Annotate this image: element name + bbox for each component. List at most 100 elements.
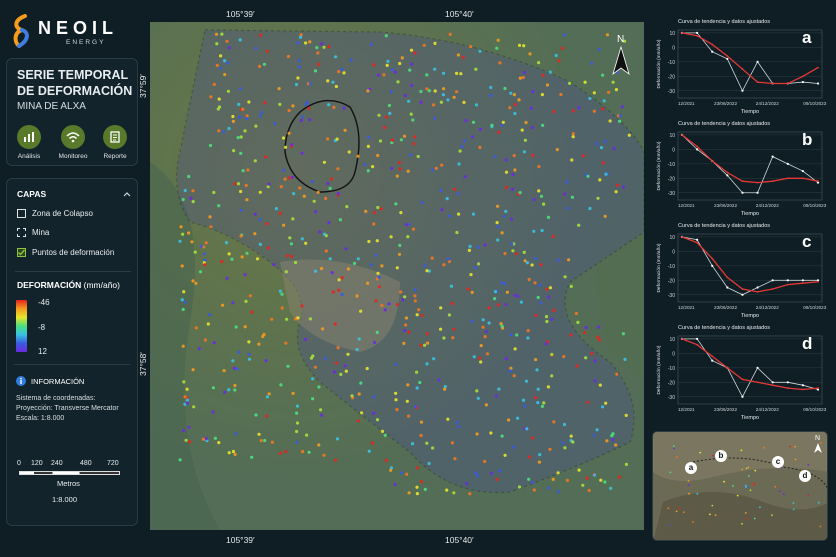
deformation-point — [217, 105, 222, 109]
deformation-point — [377, 285, 381, 289]
deformation-point — [304, 241, 308, 245]
deformation-point — [232, 149, 236, 153]
deformation-point — [193, 250, 197, 254]
chevron-up-icon[interactable] — [123, 191, 131, 197]
deformation-point — [552, 420, 556, 424]
deformation-point — [540, 404, 544, 408]
deformation-point — [230, 257, 234, 261]
minimap-marker-d[interactable]: d — [799, 470, 811, 482]
deformation-point — [322, 160, 326, 164]
deformation-point — [446, 257, 450, 261]
deformation-point — [189, 196, 193, 200]
deformation-point — [367, 135, 371, 139]
trend-line — [681, 236, 819, 293]
deformation-point — [239, 208, 243, 212]
deformation-point — [297, 65, 302, 69]
deformation-point — [387, 302, 391, 306]
minimap-marker-c[interactable]: c — [772, 456, 784, 468]
deformation-point — [185, 398, 189, 402]
deformation-point — [605, 439, 609, 443]
deformation-point — [550, 374, 554, 378]
deformation-point — [462, 100, 466, 104]
deformation-point — [377, 113, 381, 117]
deformation-point — [541, 123, 545, 127]
deformation-point — [291, 391, 295, 395]
deformation-point — [243, 325, 247, 329]
observed-point — [801, 80, 804, 84]
deformation-point — [365, 366, 369, 371]
deformation-point — [493, 155, 497, 159]
analysis-button[interactable]: Análisis — [9, 125, 49, 160]
deformation-point — [523, 138, 527, 142]
deformation-point — [478, 49, 482, 53]
deformation-point — [183, 300, 187, 304]
deformation-point — [586, 174, 590, 178]
deformation-point — [508, 369, 512, 373]
chart-a: Curva de tendencia y datos ajustados a 10 0… — [652, 18, 828, 116]
deformation-point — [402, 134, 407, 138]
deformation-point — [410, 62, 414, 66]
deformation-point — [247, 340, 251, 344]
map-canvas[interactable]: N — [150, 22, 644, 530]
deformation-point — [493, 290, 498, 294]
checkbox-deformation-points[interactable] — [17, 248, 26, 257]
minimap-marker-a[interactable]: a — [685, 462, 697, 474]
deformation-point — [522, 250, 526, 254]
deformation-point — [464, 119, 468, 123]
deformation-point — [510, 187, 515, 191]
layer-deformation-points[interactable]: Puntos de deformación — [17, 248, 114, 257]
minimap-marker-b[interactable]: b — [715, 450, 727, 462]
deformation-point — [315, 46, 319, 50]
trend-point — [726, 276, 729, 279]
deformation-point — [302, 194, 306, 198]
deformation-point — [605, 33, 610, 37]
deformation-point — [453, 457, 457, 461]
deformation-point — [397, 252, 402, 256]
observed-point — [816, 82, 820, 85]
observed-point — [696, 31, 699, 34]
layer-collapse-zone[interactable]: Zona de Colapso — [17, 209, 93, 218]
trend-point — [741, 68, 744, 70]
monitoring-button[interactable]: Monitoreo — [53, 125, 93, 160]
deformation-point — [415, 492, 419, 496]
deformation-point — [540, 228, 544, 233]
deformation-point — [499, 123, 503, 127]
deformation-point — [255, 257, 260, 261]
deformation-point — [431, 168, 435, 172]
deformation-point — [413, 404, 418, 408]
checkbox-collapse-zone[interactable] — [17, 209, 26, 218]
report-button[interactable]: Reporte — [95, 125, 135, 160]
deformation-point — [475, 389, 479, 393]
deformation-point — [407, 222, 411, 226]
deformation-point — [182, 380, 186, 384]
deformation-point — [415, 386, 419, 390]
deformation-point — [308, 317, 312, 321]
layers-title: CAPAS — [17, 189, 47, 199]
deformation-point — [344, 247, 348, 251]
deformation-point — [426, 341, 430, 345]
layer-mine[interactable]: Mina — [17, 228, 49, 237]
deformation-point — [439, 327, 443, 331]
deformation-map[interactable]: N — [150, 22, 644, 530]
deformation-point — [586, 400, 590, 404]
checkbox-mine[interactable] — [17, 228, 26, 237]
deformation-point — [410, 83, 414, 87]
deformation-point — [250, 455, 254, 459]
deformation-point — [372, 395, 376, 399]
deformation-point — [574, 311, 578, 316]
deformation-point — [513, 293, 517, 297]
deformation-point — [226, 89, 230, 93]
divider — [14, 364, 130, 365]
deformation-point — [403, 93, 407, 98]
deformation-point — [398, 243, 402, 247]
y-axis-label: Deformación (mm/año) — [656, 141, 662, 190]
deformation-point — [192, 405, 196, 409]
deformation-point — [570, 158, 574, 162]
deformation-point — [433, 41, 437, 45]
deformation-point — [359, 309, 363, 313]
deformation-point — [407, 414, 411, 418]
deformation-point — [376, 73, 381, 77]
deformation-point — [213, 436, 217, 440]
deformation-point — [292, 192, 296, 196]
minimap[interactable]: a b c d N — [652, 431, 828, 541]
